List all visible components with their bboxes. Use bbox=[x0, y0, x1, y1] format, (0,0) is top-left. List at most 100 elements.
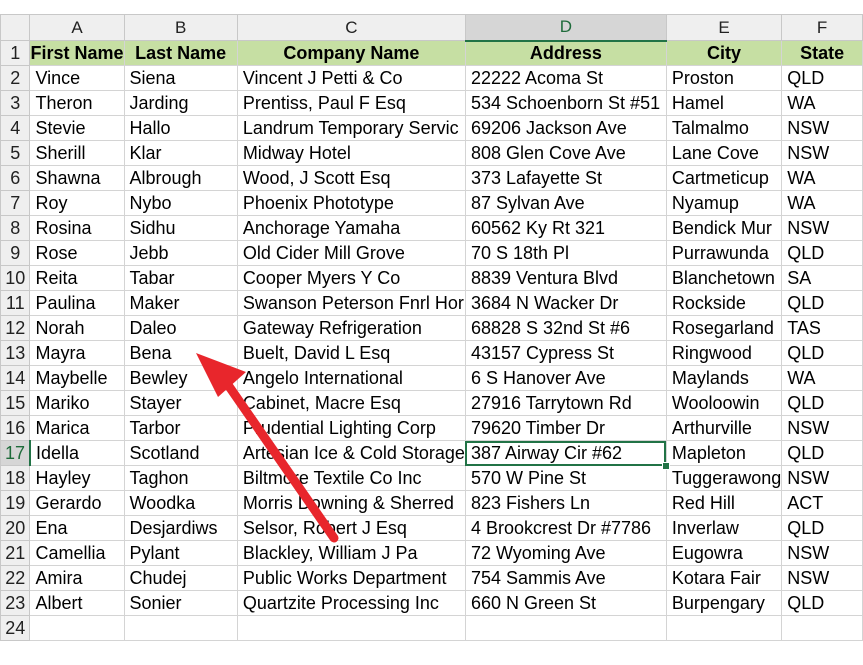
cell[interactable]: Wood, J Scott Esq bbox=[236, 165, 466, 191]
cell[interactable]: QLD bbox=[781, 440, 863, 466]
cell[interactable]: Rosegarland bbox=[665, 315, 783, 341]
header-cell[interactable]: Address bbox=[464, 40, 667, 66]
cell[interactable]: Prudential Lighting Corp bbox=[236, 415, 466, 441]
cell[interactable]: Angelo International bbox=[236, 365, 466, 391]
header-cell[interactable]: City bbox=[665, 40, 783, 66]
cell[interactable]: Gerardo bbox=[29, 490, 125, 516]
cell[interactable]: Ena bbox=[29, 515, 125, 541]
cell[interactable]: 72 Wyoming Ave bbox=[464, 540, 667, 566]
cell[interactable]: Cartmeticup bbox=[665, 165, 783, 191]
row-header[interactable]: 12 bbox=[0, 315, 31, 341]
cell[interactable]: Hamel bbox=[665, 90, 783, 116]
cell[interactable]: Hayley bbox=[29, 465, 125, 491]
cell[interactable] bbox=[236, 615, 466, 641]
row-header[interactable]: 19 bbox=[0, 490, 31, 516]
cell[interactable]: Swanson Peterson Fnrl Hor bbox=[236, 290, 466, 316]
cell[interactable]: 6 S Hanover Ave bbox=[464, 365, 667, 391]
cell[interactable]: Stayer bbox=[123, 390, 238, 416]
cell[interactable]: Marica bbox=[29, 415, 125, 441]
cell[interactable]: Anchorage Yamaha bbox=[236, 215, 466, 241]
cell[interactable]: WA bbox=[781, 365, 863, 391]
cell[interactable]: 660 N Green St bbox=[464, 590, 667, 616]
cell[interactable]: 3684 N Wacker Dr bbox=[464, 290, 667, 316]
cell[interactable]: Gateway Refrigeration bbox=[236, 315, 466, 341]
cell[interactable]: Siena bbox=[123, 65, 238, 91]
cell[interactable]: QLD bbox=[781, 390, 863, 416]
row-header[interactable]: 24 bbox=[0, 615, 31, 641]
row-header[interactable]: 14 bbox=[0, 365, 31, 391]
cell[interactable]: Proston bbox=[665, 65, 783, 91]
cell[interactable]: Kotara Fair bbox=[665, 565, 783, 591]
cell[interactable]: WA bbox=[781, 190, 863, 216]
cell[interactable]: NSW bbox=[781, 415, 863, 441]
cell[interactable]: TAS bbox=[781, 315, 863, 341]
cell[interactable]: Rockside bbox=[665, 290, 783, 316]
cell[interactable]: ACT bbox=[781, 490, 863, 516]
cell[interactable]: Vincent J Petti & Co bbox=[236, 65, 466, 91]
cell[interactable] bbox=[665, 615, 783, 641]
cell[interactable]: Hallo bbox=[123, 115, 238, 141]
cell[interactable]: 60562 Ky Rt 321 bbox=[464, 215, 667, 241]
cell[interactable]: 79620 Timber Dr bbox=[464, 415, 667, 441]
row-header[interactable]: 9 bbox=[0, 240, 31, 266]
cell[interactable]: Rose bbox=[29, 240, 125, 266]
cell[interactable]: NSW bbox=[781, 115, 863, 141]
row-header[interactable]: 16 bbox=[0, 415, 31, 441]
cell[interactable]: 808 Glen Cove Ave bbox=[464, 140, 667, 166]
cell[interactable]: WA bbox=[781, 165, 863, 191]
cell[interactable]: QLD bbox=[781, 340, 863, 366]
cell[interactable]: QLD bbox=[781, 590, 863, 616]
row-header[interactable]: 11 bbox=[0, 290, 31, 316]
cell[interactable]: Vince bbox=[29, 65, 125, 91]
cell[interactable]: Mariko bbox=[29, 390, 125, 416]
cell[interactable]: Quartzite Processing Inc bbox=[236, 590, 466, 616]
cell[interactable]: Camellia bbox=[29, 540, 125, 566]
header-cell[interactable]: State bbox=[781, 40, 863, 66]
cell[interactable]: NSW bbox=[781, 140, 863, 166]
select-all-corner[interactable] bbox=[0, 14, 31, 41]
row-header[interactable]: 15 bbox=[0, 390, 31, 416]
column-header-f[interactable]: F bbox=[781, 14, 863, 41]
cell[interactable]: Cooper Myers Y Co bbox=[236, 265, 466, 291]
column-header-c[interactable]: C bbox=[236, 14, 466, 41]
column-header-b[interactable]: B bbox=[123, 14, 238, 41]
cell[interactable]: 69206 Jackson Ave bbox=[464, 115, 667, 141]
cell[interactable]: Rosina bbox=[29, 215, 125, 241]
cell[interactable]: Stevie bbox=[29, 115, 125, 141]
cell[interactable]: 373 Lafayette St bbox=[464, 165, 667, 191]
cell[interactable]: Nyamup bbox=[665, 190, 783, 216]
cell[interactable]: Morris Downing & Sherred bbox=[236, 490, 466, 516]
cell[interactable]: Bena bbox=[123, 340, 238, 366]
cell[interactable]: Amira bbox=[29, 565, 125, 591]
column-header-a[interactable]: A bbox=[29, 14, 125, 41]
cell[interactable]: 22222 Acoma St bbox=[464, 65, 667, 91]
row-header[interactable]: 21 bbox=[0, 540, 31, 566]
cell[interactable]: Maylands bbox=[665, 365, 783, 391]
cell[interactable]: Selsor, Robert J Esq bbox=[236, 515, 466, 541]
cell[interactable]: Scotland bbox=[123, 440, 238, 466]
column-header-d[interactable]: D bbox=[464, 14, 667, 42]
cell[interactable] bbox=[29, 615, 125, 641]
cell[interactable]: NSW bbox=[781, 565, 863, 591]
row-header[interactable]: 17 bbox=[0, 440, 31, 466]
cell[interactable]: Roy bbox=[29, 190, 125, 216]
cell[interactable]: Public Works Department bbox=[236, 565, 466, 591]
cell[interactable]: Jebb bbox=[123, 240, 238, 266]
cell[interactable]: 43157 Cypress St bbox=[464, 340, 667, 366]
cell[interactable]: 68828 S 32nd St #6 bbox=[464, 315, 667, 341]
cell[interactable]: Old Cider Mill Grove bbox=[236, 240, 466, 266]
cell[interactable]: Inverlaw bbox=[665, 515, 783, 541]
cell[interactable]: Pylant bbox=[123, 540, 238, 566]
row-header[interactable]: 13 bbox=[0, 340, 31, 366]
cell[interactable]: Maker bbox=[123, 290, 238, 316]
cell[interactable]: Desjardiws bbox=[123, 515, 238, 541]
cell[interactable]: Tarbor bbox=[123, 415, 238, 441]
cell[interactable] bbox=[464, 615, 667, 641]
cell[interactable]: Taghon bbox=[123, 465, 238, 491]
row-header[interactable]: 8 bbox=[0, 215, 31, 241]
row-header[interactable]: 3 bbox=[0, 90, 31, 116]
cell[interactable]: Midway Hotel bbox=[236, 140, 466, 166]
cell[interactable] bbox=[123, 615, 238, 641]
cell[interactable]: Klar bbox=[123, 140, 238, 166]
cell[interactable]: Mayra bbox=[29, 340, 125, 366]
